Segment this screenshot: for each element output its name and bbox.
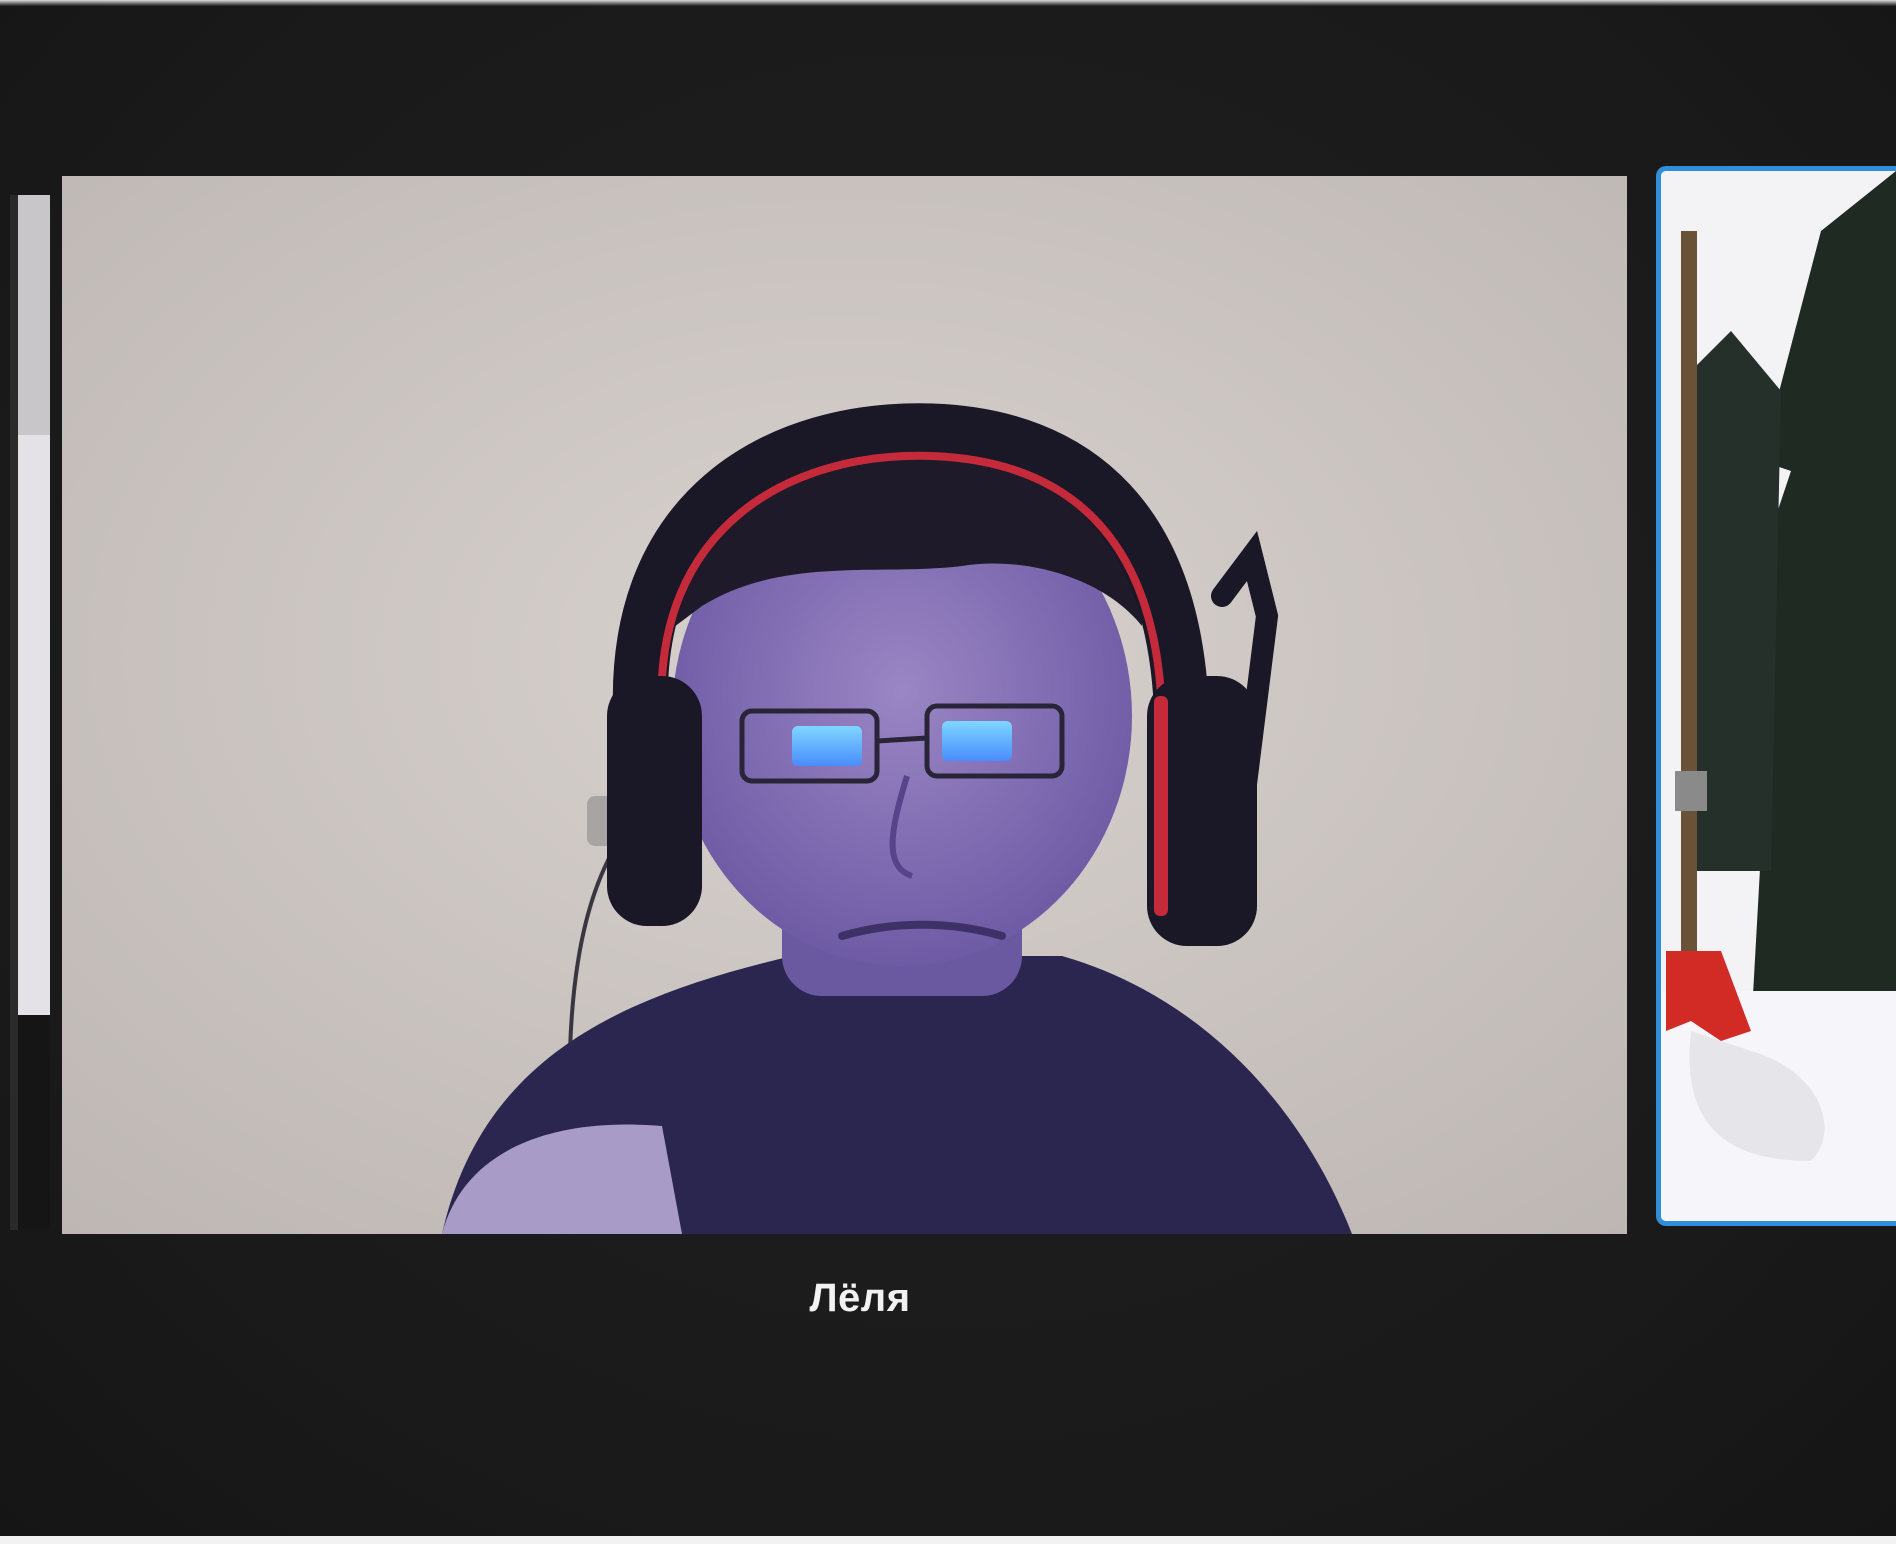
participant-tile-left[interactable] [10, 195, 50, 1230]
monitor-bottom-edge [0, 1536, 1896, 1544]
video-call-stage: Лёля [0, 0, 1896, 1544]
video-feed-main [62, 176, 1627, 1234]
active-speaker-name: Лёля [809, 1276, 911, 1320]
video-feed-right [1661, 171, 1896, 1221]
video-feed-left [10, 195, 50, 1230]
participant-tile-right[interactable] [1656, 166, 1896, 1226]
main-video-tile[interactable] [62, 176, 1627, 1234]
monitor-top-edge [0, 0, 1896, 6]
